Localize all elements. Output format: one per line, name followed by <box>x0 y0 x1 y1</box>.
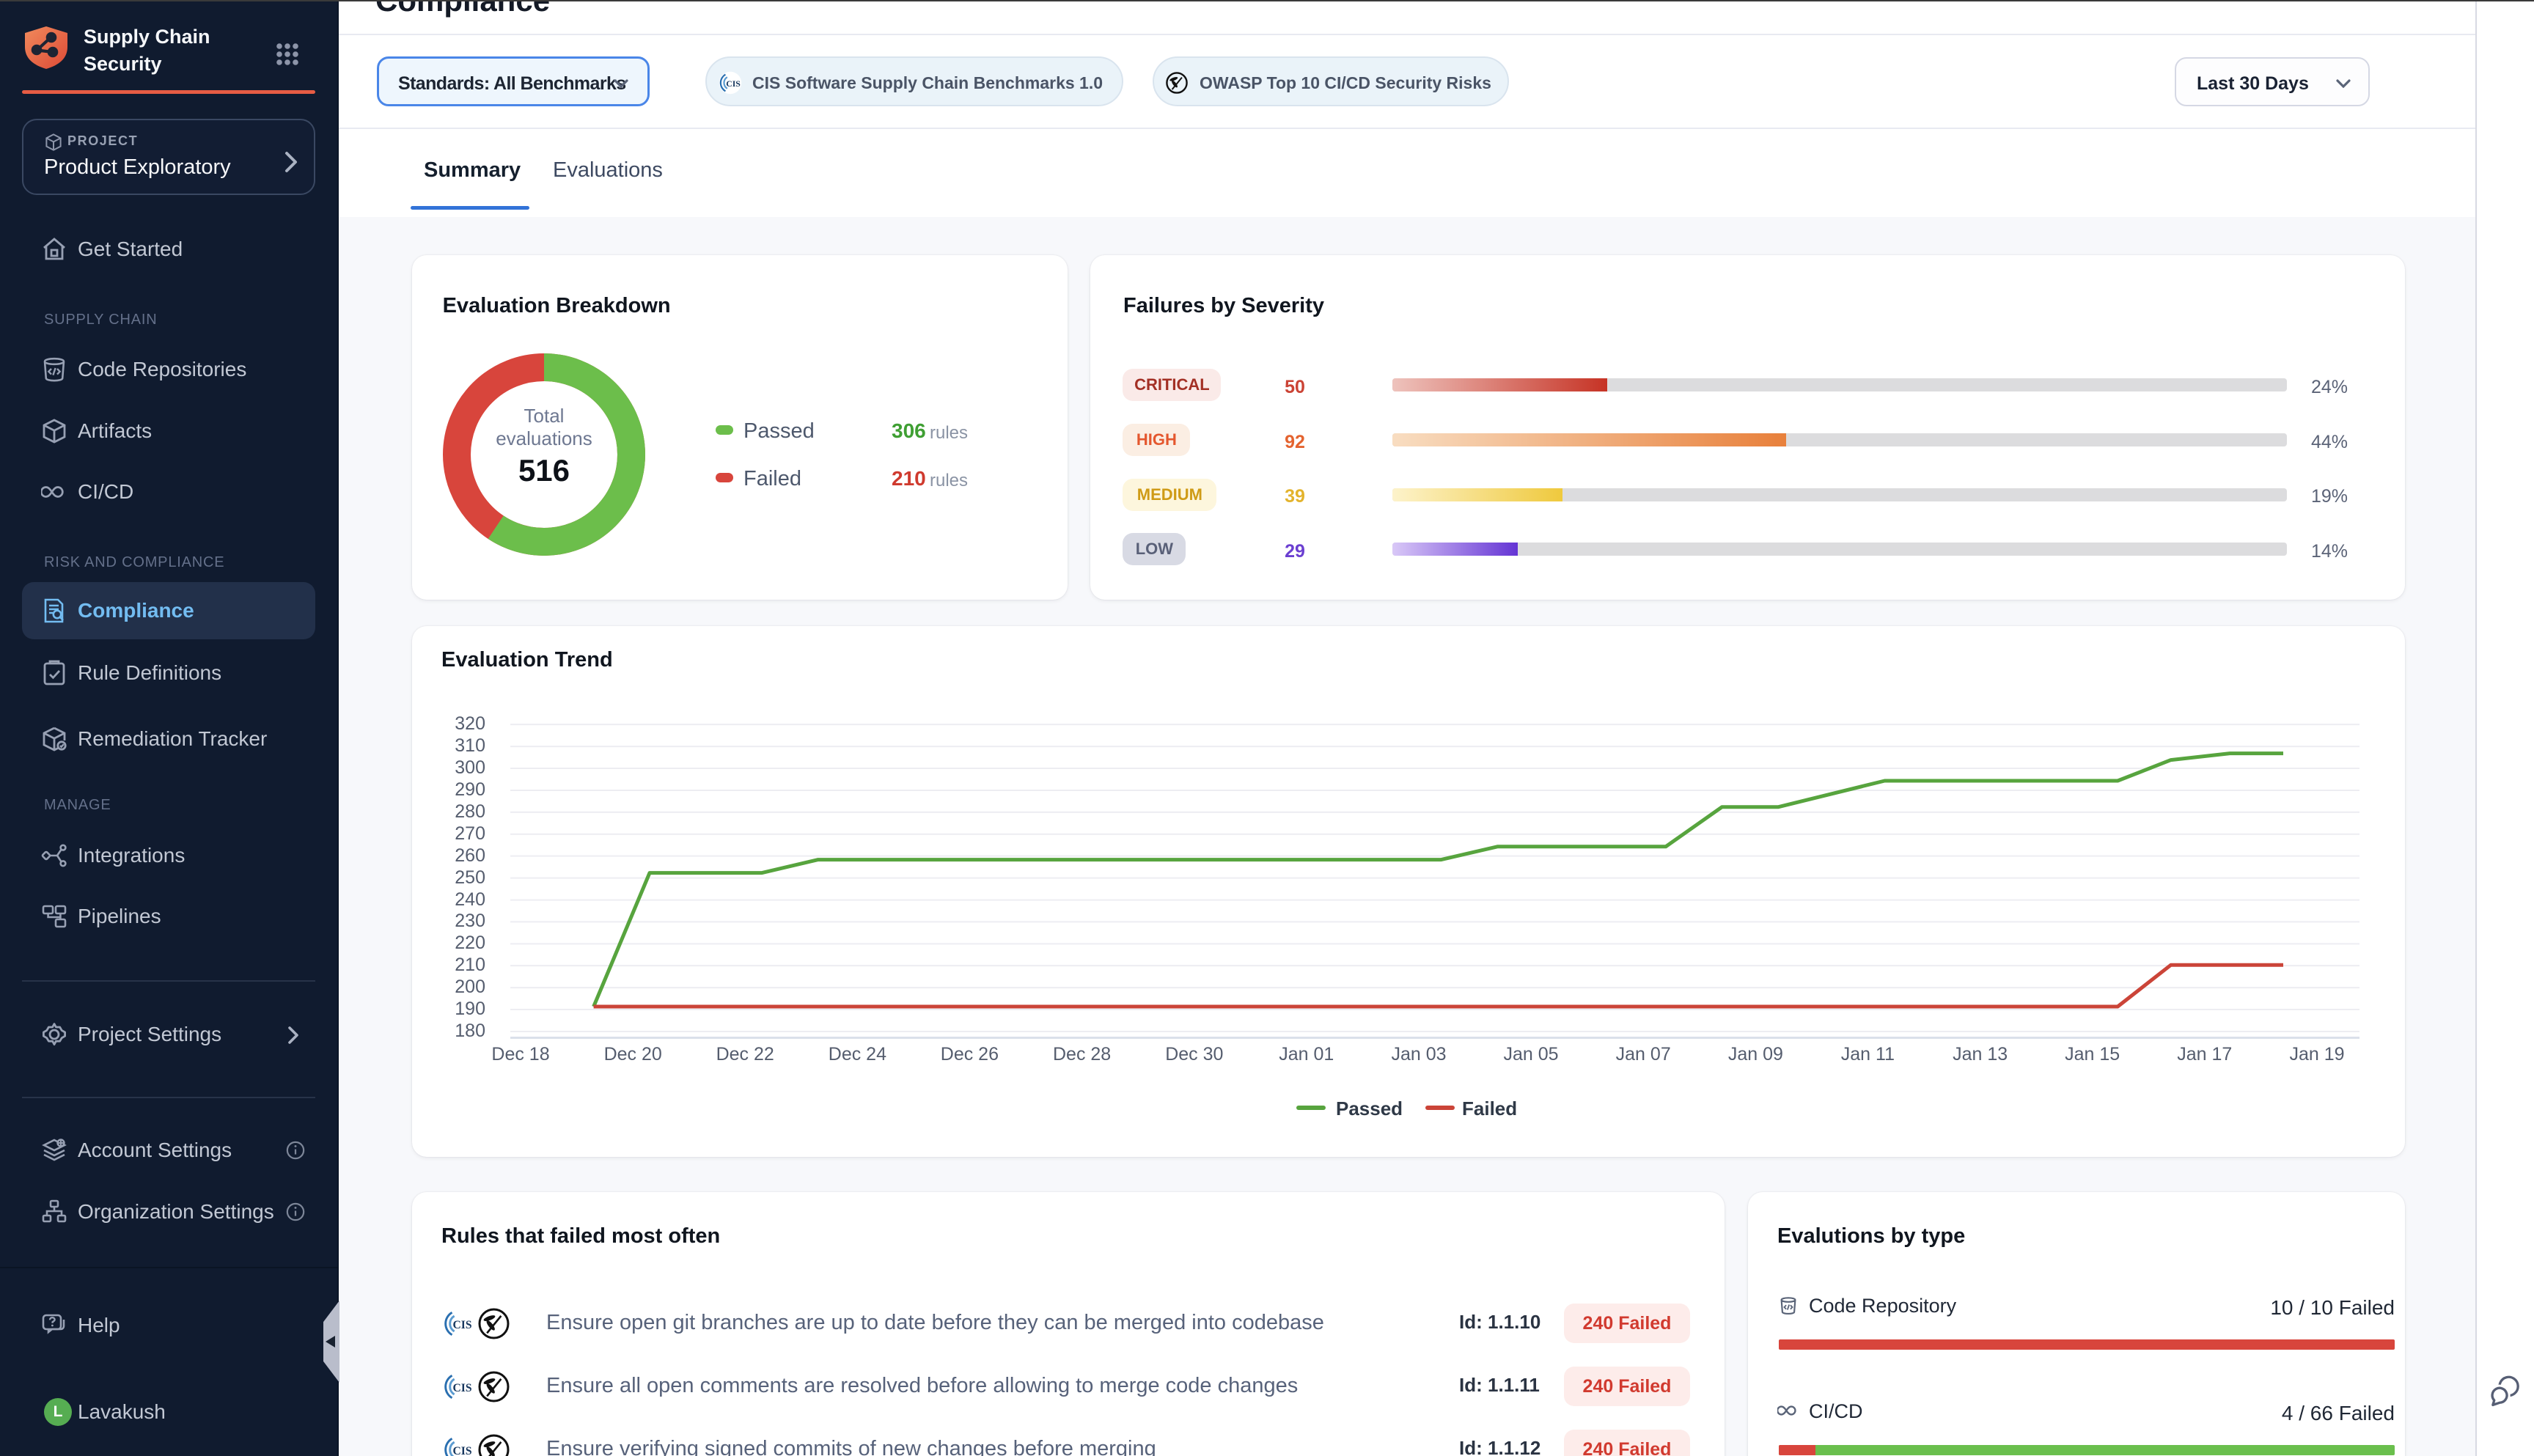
svg-text:CIS: CIS <box>453 1318 472 1331</box>
svg-text:CIS: CIS <box>453 1444 472 1456</box>
svg-text:CIS: CIS <box>453 1381 472 1394</box>
